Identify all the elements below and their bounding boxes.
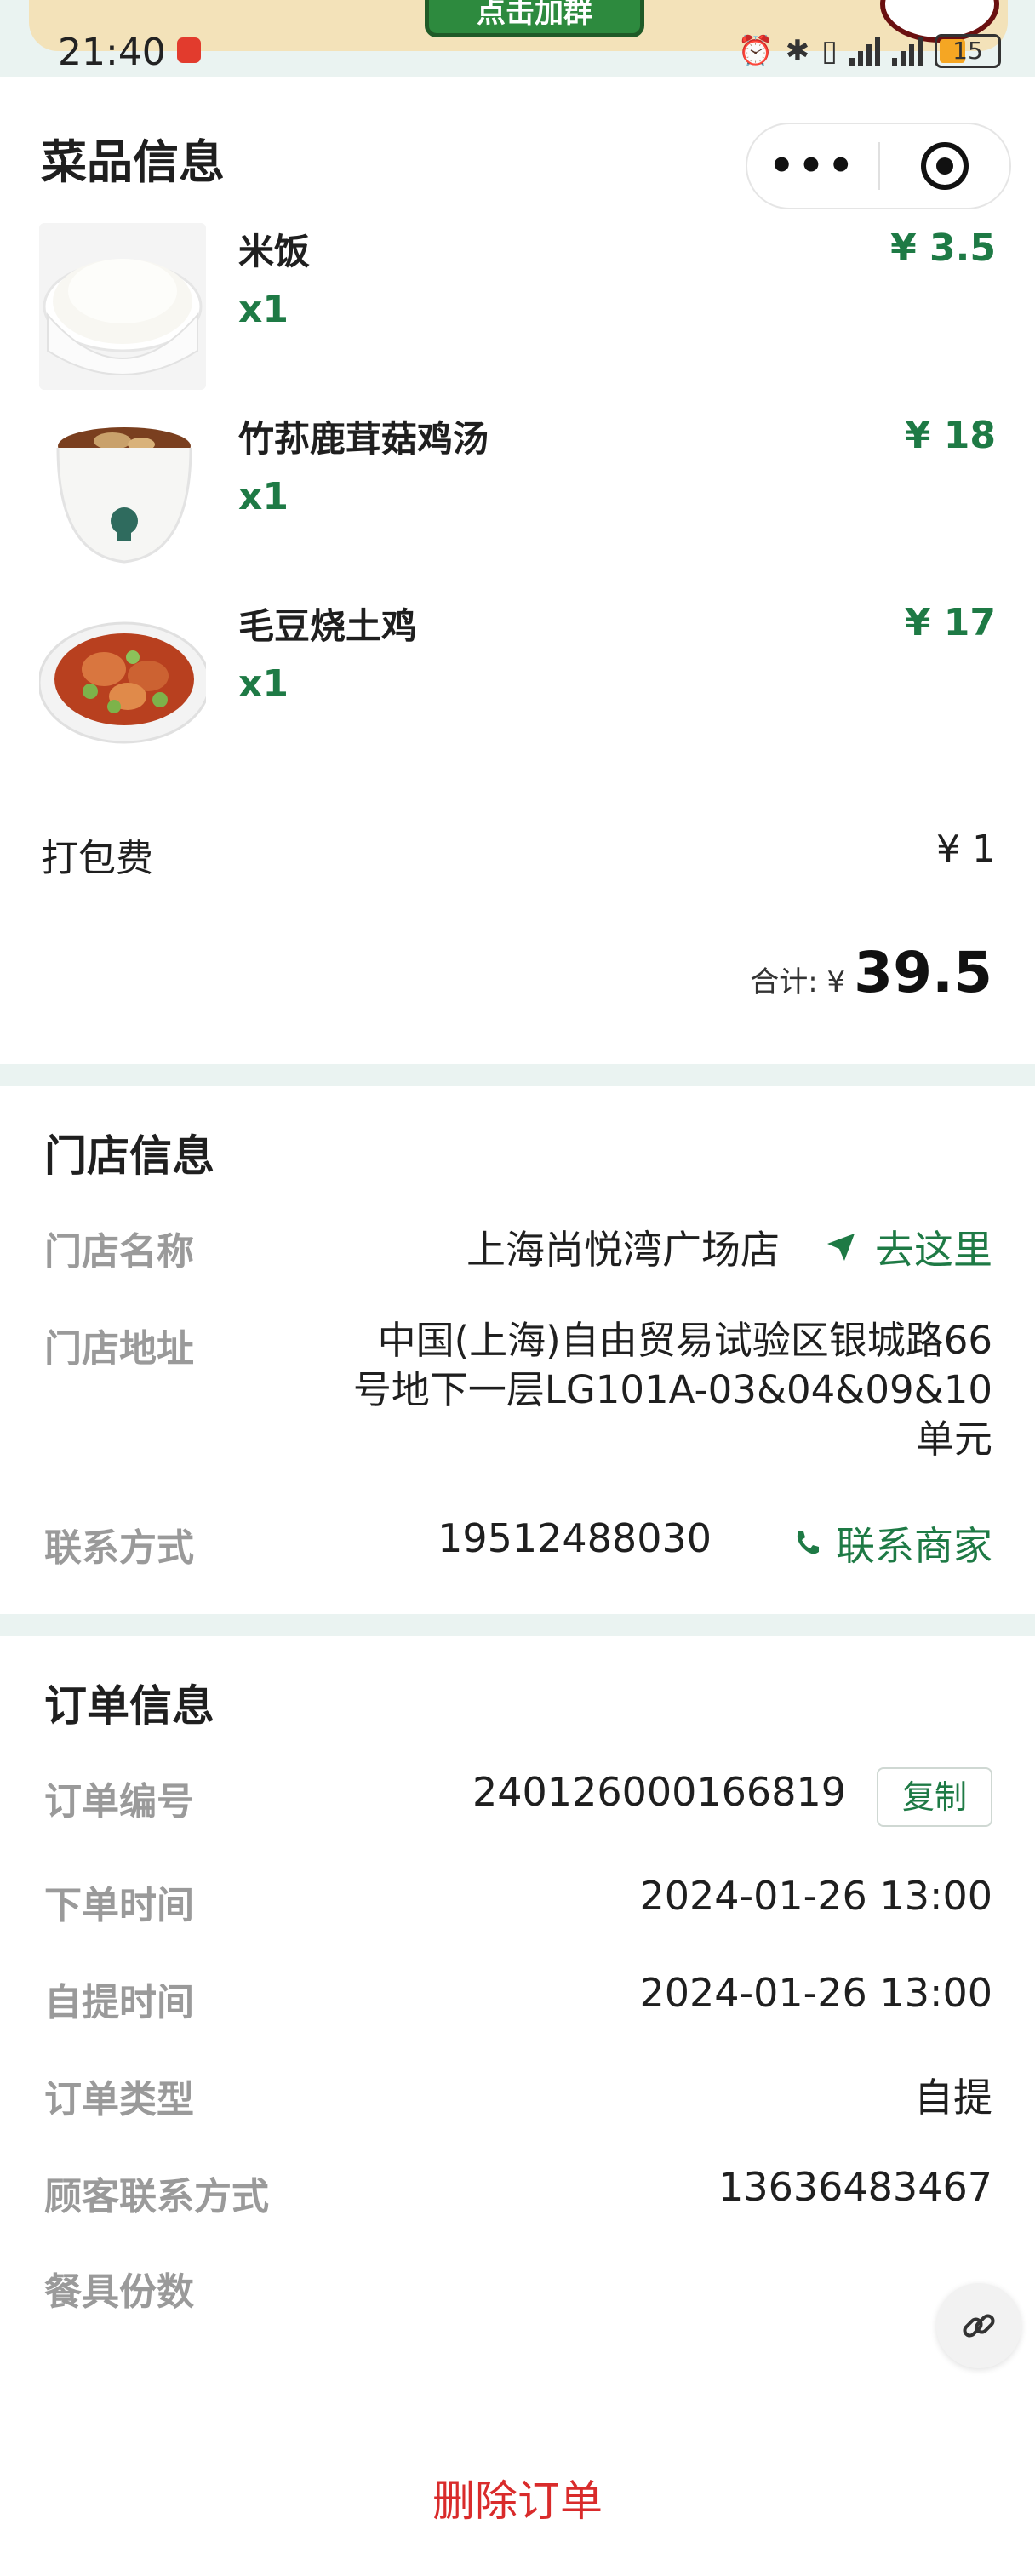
section-title-order: 订单信息 — [44, 1681, 214, 1731]
dish-item: 竹荪鹿茸菇鸡汤 x1 ¥ 18 — [0, 410, 1035, 586]
dish-name: 米饭 — [238, 231, 311, 272]
customer-contact-value: 13636483467 — [718, 2164, 992, 2210]
store-address-label: 门店地址 — [44, 1327, 194, 1371]
dish-price: ¥ 3.5 — [890, 226, 996, 270]
order-type-value: 自提 — [914, 2075, 992, 2121]
navigate-button[interactable]: 去这里 — [826, 1219, 992, 1275]
dish-quantity: x1 — [238, 288, 289, 331]
order-time-label: 下单时间 — [44, 1884, 194, 1927]
dish-price: ¥ 18 — [904, 414, 996, 457]
order-number-label: 订单编号 — [44, 1780, 194, 1823]
dish-image-rice — [39, 223, 206, 390]
phone-icon — [797, 1531, 819, 1554]
battery-icon: 15 — [935, 34, 1001, 68]
link-icon — [963, 2314, 995, 2338]
dish-quantity: x1 — [238, 662, 289, 706]
call-merchant-label: 联系商家 — [836, 1523, 992, 1569]
signal-icon-2 — [892, 36, 923, 66]
address-line: 单元 — [915, 1417, 992, 1462]
order-time-value: 2024-01-26 13:00 — [639, 1873, 992, 1919]
dish-item: 米饭 x1 ¥ 3.5 — [0, 223, 1035, 398]
contact-label: 联系方式 — [44, 1526, 194, 1570]
bluetooth-icon: ✱ — [785, 34, 810, 68]
contact-value: 19512488030 — [437, 1515, 712, 1561]
store-name-value: 上海尚悦湾广场店 — [466, 1227, 780, 1273]
share-link-button[interactable] — [936, 2283, 1021, 2368]
customer-contact-label: 顾客联系方式 — [44, 2175, 269, 2218]
packing-fee-label: 打包费 — [41, 837, 153, 880]
dish-price: ¥ 17 — [904, 601, 996, 644]
dish-name: 毛豆烧土鸡 — [238, 605, 418, 647]
packing-fee-value: ¥ 1 — [936, 827, 996, 871]
notification-badge-icon — [177, 37, 201, 63]
dish-image-chicken — [39, 598, 206, 764]
total-value: 39.5 — [854, 940, 992, 1005]
address-line: 号地下一层LG101A-03&04&09&10 — [352, 1367, 992, 1412]
vibrate-icon: ▯ — [821, 34, 838, 68]
pickup-time-label: 自提时间 — [44, 1981, 194, 2024]
dish-quantity: x1 — [238, 475, 289, 518]
utensils-label: 餐具份数 — [44, 2270, 194, 2314]
status-time: 21:40 — [58, 31, 166, 74]
call-merchant-button[interactable]: 联系商家 — [793, 1515, 992, 1571]
alarm-icon: ⏰ — [737, 34, 774, 68]
pickup-time-value: 2024-01-26 13:00 — [639, 1970, 992, 2016]
status-icons: ⏰ ✱ ▯ 15 — [737, 32, 1001, 70]
copy-button[interactable]: 复制 — [877, 1767, 992, 1827]
section-title-dishes: 菜品信息 — [41, 135, 225, 189]
navigation-arrow-icon — [827, 1234, 855, 1261]
dish-name: 竹荪鹿茸菇鸡汤 — [238, 418, 489, 460]
dish-image-soup — [39, 410, 206, 577]
total-label: 合计: ¥ — [750, 965, 846, 999]
signal-icon — [849, 36, 880, 66]
order-number-value: 240126000166819 — [472, 1769, 846, 1815]
target-icon — [921, 142, 969, 190]
order-total: 合计: ¥ 39.5 — [750, 940, 992, 1005]
section-divider — [0, 1614, 1035, 1636]
store-name-label: 门店名称 — [44, 1230, 194, 1274]
navigate-label: 去这里 — [875, 1227, 992, 1273]
ellipsis-icon[interactable]: ••• — [747, 142, 878, 190]
section-title-store: 门店信息 — [44, 1131, 214, 1181]
address-line: 中国(上海)自由贸易试验区银城路66 — [377, 1318, 992, 1363]
delete-order-button[interactable]: 删除订单 — [0, 2467, 1035, 2528]
store-address-value: 中国(上海)自由贸易试验区银城路66 号地下一层LG101A-03&04&09&… — [353, 1316, 992, 1464]
close-miniprogram-button[interactable] — [880, 142, 1009, 190]
miniprogram-capsule: ••• — [746, 123, 1011, 209]
join-group-button[interactable]: 点击加群 — [425, 0, 644, 37]
order-type-label: 订单类型 — [44, 2078, 194, 2121]
dish-item: 毛豆烧土鸡 x1 ¥ 17 — [0, 598, 1035, 773]
section-divider — [0, 1064, 1035, 1086]
